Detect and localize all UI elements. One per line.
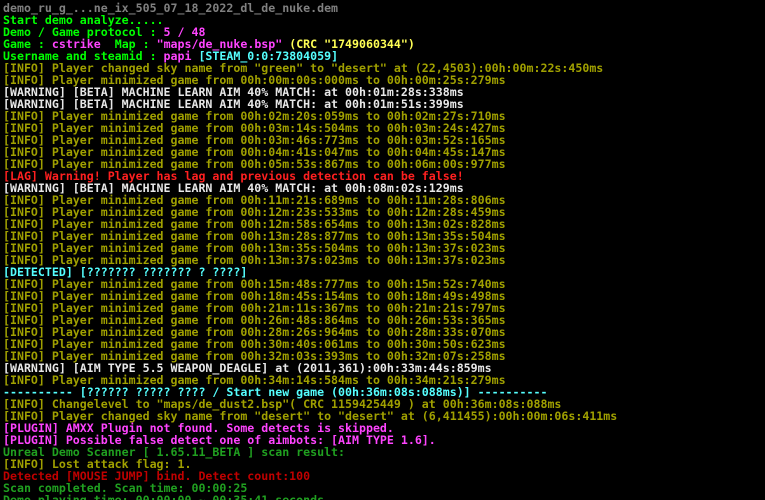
console-output: demo_ru_g_...ne_ix_505_07_18_2022_dl_de_… [0, 0, 765, 500]
console-line: Demo playing time: 00:00:00 ~ 00:35:41 s… [3, 494, 765, 500]
console-text: Demo playing time: 00:00:00 ~ 00:35:41 s… [3, 493, 332, 500]
